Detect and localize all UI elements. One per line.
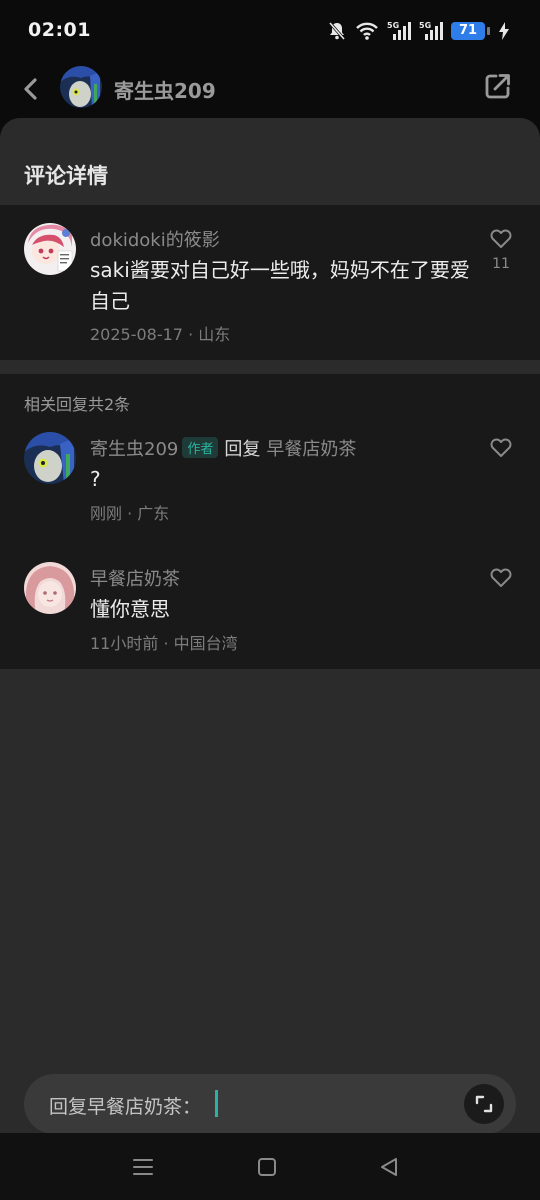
- charging-icon: [498, 21, 510, 41]
- reply-username[interactable]: 寄生虫209: [90, 439, 178, 460]
- menu-icon: [133, 1159, 153, 1175]
- reply-time-location: 刚刚 · 广东: [90, 504, 170, 523]
- wifi-icon: [355, 21, 379, 41]
- mute-bell-icon: [327, 21, 347, 41]
- like-count: 11: [492, 256, 510, 272]
- reply-input[interactable]: 回复早餐店奶茶：: [49, 1092, 201, 1119]
- battery-tip: [487, 27, 490, 35]
- signal-5g-icon-2: 5G: [419, 20, 443, 42]
- avatar[interactable]: [24, 562, 76, 614]
- expand-input-button[interactable]: [464, 1084, 504, 1124]
- system-nav-bar: [0, 1133, 540, 1200]
- triangle-back-icon: [381, 1158, 397, 1176]
- header-title: 寄生虫209: [114, 79, 216, 103]
- chevron-left-icon: [24, 78, 37, 100]
- nav-back-button[interactable]: [377, 1155, 401, 1179]
- comment-text: saki酱要对自己好一些哦，妈妈不在了要爱自己: [90, 258, 470, 313]
- share-icon: [485, 74, 510, 99]
- svg-text:5G: 5G: [419, 21, 431, 30]
- svg-text:5G: 5G: [387, 21, 399, 30]
- main-comment[interactable]: dokidoki的筱影 saki酱要对自己好一些哦，妈妈不在了要爱自己 2025…: [0, 205, 540, 360]
- author-badge: 作者: [182, 437, 219, 458]
- heart-icon: [490, 438, 512, 457]
- reply-count-label: 相关回复共2条: [24, 395, 131, 414]
- square-home-icon: [258, 1158, 276, 1176]
- expand-icon: [475, 1095, 493, 1113]
- text-caret: [215, 1090, 218, 1117]
- comment-username[interactable]: dokidoki的筱影: [90, 226, 220, 252]
- nav-menu-button[interactable]: [131, 1155, 155, 1179]
- comment-date-location: 2025-08-17 · 山东: [90, 325, 231, 344]
- avatar[interactable]: [24, 432, 76, 484]
- app-header: 寄生虫209: [0, 60, 540, 122]
- share-button[interactable]: [484, 72, 512, 100]
- status-icons: 5G 5G 71: [327, 18, 510, 44]
- like-button[interactable]: [489, 227, 513, 249]
- avatar[interactable]: [24, 223, 76, 275]
- reply-time-location: 11小时前 · 中国台湾: [90, 634, 238, 653]
- reply-section: 相关回复共2条 寄生虫209 作者 回复 早餐店奶茶 ? 刚刚 · 广东 早餐店…: [0, 374, 540, 669]
- signal-5g-icon: 5G: [387, 20, 411, 42]
- reply-header: 寄生虫209 作者 回复 早餐店奶茶: [90, 435, 356, 461]
- heart-icon: [490, 229, 512, 248]
- like-button[interactable]: [489, 436, 513, 458]
- like-button[interactable]: [489, 566, 513, 588]
- comment-detail-sheet: 评论详情 dokidoki的筱影 saki酱要对自己好一些哦，妈妈不在了要爱自己…: [0, 118, 540, 1133]
- nav-home-button[interactable]: [255, 1155, 279, 1179]
- reply-target-username[interactable]: 早餐店奶茶: [266, 439, 356, 460]
- reply-text: 懂你意思: [90, 597, 170, 621]
- battery-icon: 71: [451, 22, 485, 40]
- reply-username[interactable]: 早餐店奶茶: [90, 565, 180, 591]
- heart-icon: [490, 568, 512, 587]
- reply-input-bar[interactable]: 回复早餐店奶茶：: [24, 1074, 516, 1134]
- sheet-title: 评论详情: [24, 164, 108, 188]
- header-avatar[interactable]: [60, 66, 102, 108]
- reply-text: ?: [90, 467, 101, 491]
- back-button[interactable]: [18, 74, 46, 104]
- status-bar: 02:01 5G 5G 71: [0, 0, 540, 60]
- reply-word: 回复: [224, 439, 261, 460]
- status-time: 02:01: [28, 19, 91, 41]
